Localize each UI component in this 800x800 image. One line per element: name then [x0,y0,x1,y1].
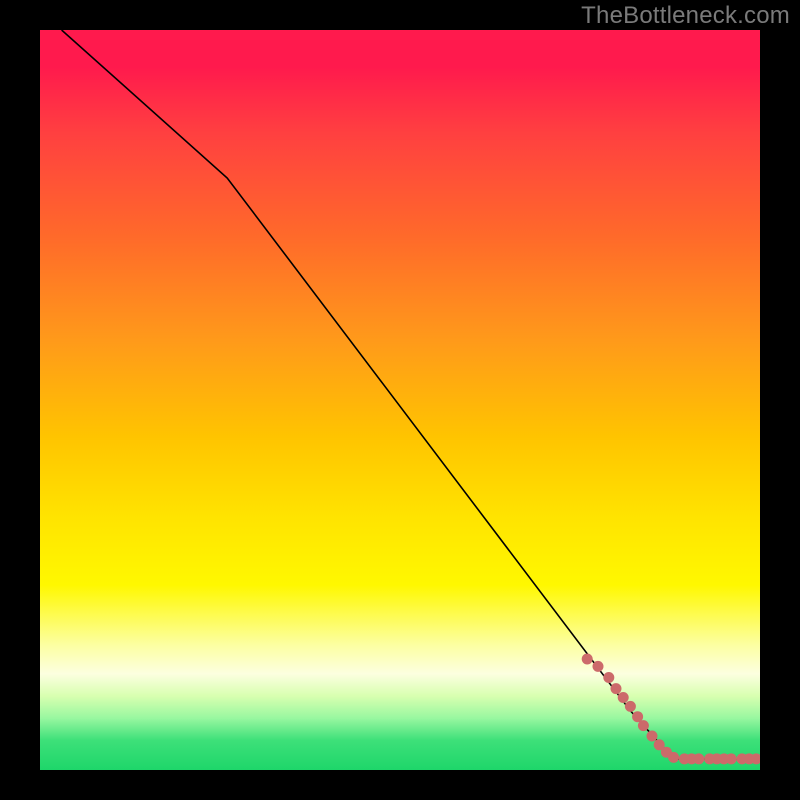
marker-dot [603,672,614,683]
marker-dot [693,753,704,764]
chart-frame: TheBottleneck.com [0,0,800,800]
marker-dots [582,654,760,765]
marker-dot [625,701,636,712]
marker-dot [582,654,593,665]
marker-dot [726,753,737,764]
marker-dot [647,731,658,742]
marker-dot [638,720,649,731]
plot-area [40,30,760,770]
curve-line [62,30,760,759]
watermark-text: TheBottleneck.com [581,2,790,30]
chart-overlay [40,30,760,770]
marker-dot [611,683,622,694]
curve-path [62,30,760,759]
marker-dot [593,661,604,672]
marker-dot [668,752,679,763]
marker-dot [618,692,629,703]
